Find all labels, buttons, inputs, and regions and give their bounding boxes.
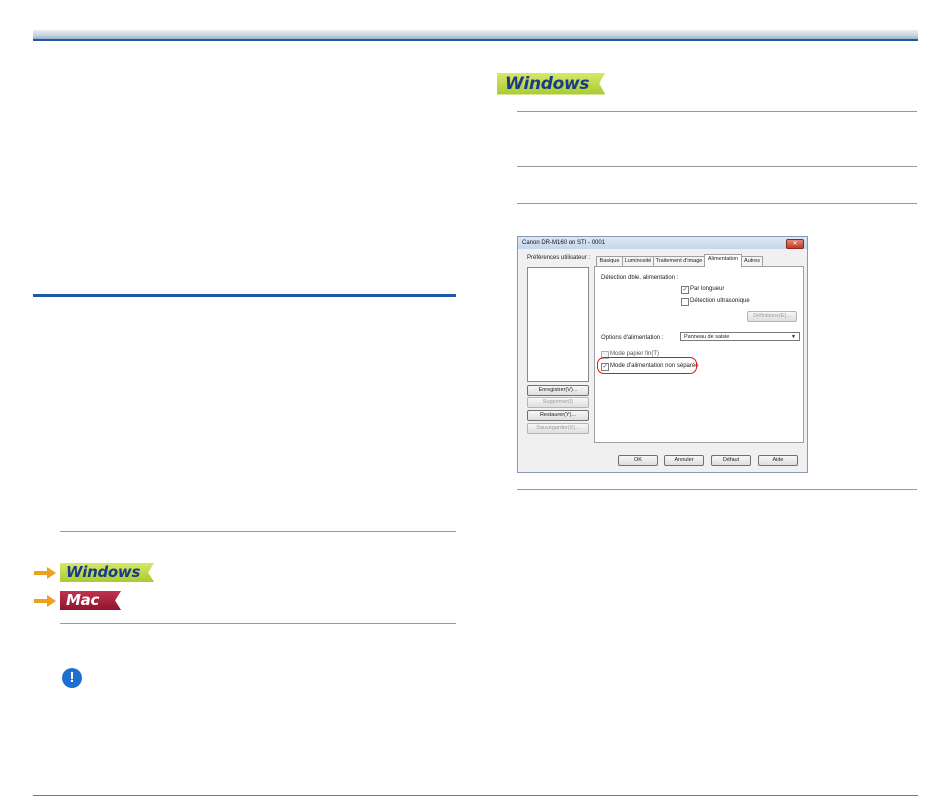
- feed-options-select[interactable]: Panneau de saisie ▼: [680, 332, 800, 341]
- double-feed-label: Détection dble. alimentation :: [601, 275, 679, 281]
- right-arrow-icon: [34, 591, 58, 610]
- mac-badge-label: Mac: [60, 591, 121, 610]
- delete-preferences-button[interactable]: Supprimer(I): [527, 397, 589, 408]
- dialog-title: Canon DR-M160 on STI - 0001: [518, 237, 807, 249]
- header-band: [33, 30, 918, 41]
- divider: [517, 166, 917, 167]
- default-button[interactable]: Défaut: [711, 455, 751, 466]
- user-preferences-list[interactable]: [527, 267, 589, 382]
- mac-reference[interactable]: Mac: [34, 591, 121, 610]
- restore-preferences-button[interactable]: Restaurer(Y)...: [527, 410, 589, 421]
- tab-alimentation[interactable]: Alimentation: [704, 254, 742, 267]
- right-arrow-icon: [34, 563, 58, 582]
- windows-badge-label: Windows: [60, 563, 154, 582]
- backup-preferences-button[interactable]: Sauvegarder(X)...: [527, 423, 589, 434]
- tab-autres[interactable]: Autres: [741, 256, 763, 266]
- tab-traitement-image[interactable]: Traitement d'image: [653, 256, 705, 266]
- divider: [517, 111, 917, 112]
- ultrasonic-label: Détection ultrasonique: [690, 298, 750, 304]
- dropdown-arrow-icon: ▼: [791, 334, 796, 340]
- by-length-label: Par longueur: [690, 286, 725, 292]
- exclamation-circle-icon: !: [62, 668, 82, 688]
- ok-button[interactable]: OK: [618, 455, 658, 466]
- tab-luminosite[interactable]: Luminosité: [622, 256, 654, 266]
- divider: [60, 531, 456, 532]
- windows-badge: Windows: [497, 74, 605, 93]
- close-icon[interactable]: ✕: [786, 239, 804, 249]
- divider: [517, 203, 917, 204]
- scanner-settings-dialog: Canon DR-M160 on STI - 0001 ✕ Préférence…: [517, 236, 808, 473]
- section-divider: [33, 294, 456, 297]
- save-preferences-button[interactable]: Enregistrer(V)...: [527, 385, 589, 396]
- ultrasonic-checkbox[interactable]: [681, 298, 689, 306]
- footer-divider: [33, 795, 918, 796]
- feed-options-value: Panneau de saisie: [684, 334, 730, 340]
- divider: [60, 623, 456, 624]
- tab-basique[interactable]: Basique: [596, 256, 623, 266]
- feed-settings-panel: Détection dble. alimentation : ✓ Par lon…: [594, 266, 804, 443]
- user-preferences-label: Préférences utilisateur :: [527, 255, 591, 261]
- cancel-button[interactable]: Annuler: [664, 455, 704, 466]
- by-length-checkbox[interactable]: ✓: [681, 286, 689, 294]
- definitions-button[interactable]: Définitions(E)...: [747, 311, 797, 322]
- help-button[interactable]: Aide: [758, 455, 798, 466]
- windows-badge-label: Windows: [497, 73, 605, 95]
- feed-options-label: Options d'alimentation :: [601, 335, 664, 341]
- windows-reference[interactable]: Windows: [34, 563, 154, 582]
- highlight-outline: [597, 357, 697, 374]
- divider: [517, 489, 917, 490]
